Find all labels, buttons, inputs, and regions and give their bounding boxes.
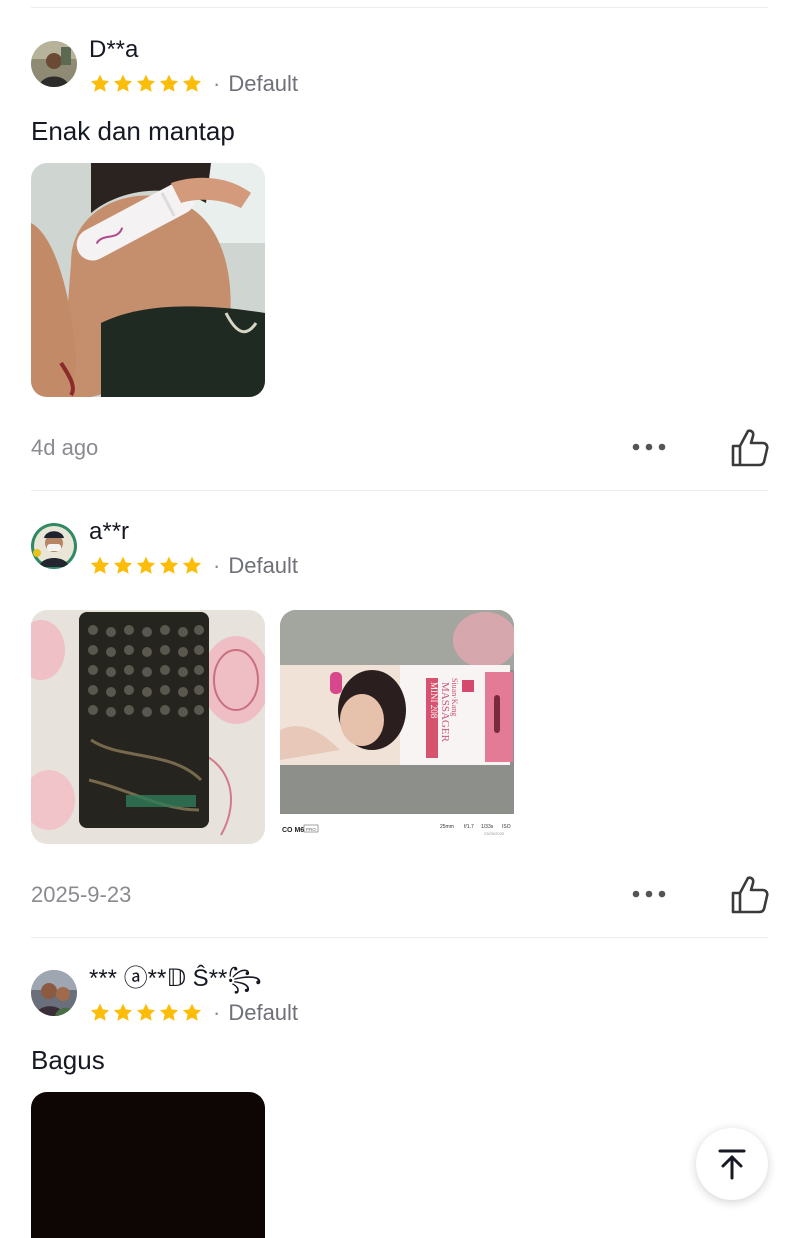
star-icon (90, 556, 110, 574)
review-time: 2025-9-23 (31, 882, 132, 907)
separator-dot: · (213, 1000, 221, 1025)
variant-label: Default (228, 71, 299, 96)
review-time: 4d ago (31, 435, 99, 460)
camera-label: CO M6 (282, 827, 304, 834)
separator-dot: · (213, 71, 221, 96)
username[interactable]: D**a (89, 36, 138, 64)
star-icon (159, 556, 179, 574)
star-rating (89, 555, 203, 577)
rating-row: · Default (89, 70, 298, 98)
box-line2-text: MASSAGER (439, 682, 451, 743)
star-icon (136, 1003, 156, 1021)
exif-aperture: f/1.7 (464, 824, 474, 830)
variant-label: Default (228, 553, 299, 578)
review-photo[interactable] (31, 163, 265, 397)
username-text: *** ⓐ**𝔻 Ŝ** (89, 965, 228, 992)
review-photo[interactable] (31, 1092, 265, 1238)
rating-row: · Default (89, 999, 298, 1027)
review-photo[interactable] (31, 610, 265, 844)
variant-label: Default (228, 1000, 299, 1025)
star-icon (113, 74, 133, 92)
top-divider (31, 7, 768, 8)
star-icon (90, 1003, 110, 1021)
rating-row: · Default (89, 552, 298, 580)
review-photo[interactable]: Siuan·Kang MINI 208 MASSAGER CO M6 PRO 2… (280, 610, 514, 844)
exif-date: 23/09/2025 (484, 831, 505, 836)
username[interactable]: a**r (89, 518, 129, 546)
star-rating (89, 1002, 203, 1024)
user-avatar[interactable] (31, 523, 77, 569)
camera-tag: PRO (306, 827, 316, 832)
star-icon (113, 556, 133, 574)
star-icon (159, 74, 179, 92)
arrow-up-to-top-icon (718, 1149, 746, 1180)
more-dots-icon[interactable] (628, 432, 670, 462)
exif-iso: ISO (502, 824, 511, 830)
exif-shutter: 1/33s (481, 824, 494, 830)
star-icon (182, 556, 202, 574)
review-text: Enak dan mantap (31, 116, 235, 146)
user-avatar[interactable] (31, 970, 77, 1016)
exif-focal: 25mm (440, 824, 454, 830)
review-divider (31, 937, 768, 938)
more-dots-icon[interactable] (628, 879, 670, 909)
star-icon (159, 1003, 179, 1021)
scroll-to-top-button[interactable] (696, 1128, 768, 1200)
user-avatar[interactable] (31, 41, 77, 87)
box-line1-text: MINI 208 (429, 682, 439, 719)
star-icon (182, 1003, 202, 1021)
star-icon (182, 74, 202, 92)
review-text: Bagus (31, 1045, 105, 1075)
star-rating (89, 73, 203, 95)
star-icon (136, 74, 156, 92)
star-icon (90, 74, 110, 92)
review-divider (31, 490, 768, 491)
thumbs-up-icon[interactable] (728, 873, 772, 917)
thumbs-up-icon[interactable] (728, 426, 772, 470)
star-icon (136, 556, 156, 574)
username-decoration: ꧂ (227, 966, 262, 991)
separator-dot: · (213, 553, 221, 578)
star-icon (113, 1003, 133, 1021)
